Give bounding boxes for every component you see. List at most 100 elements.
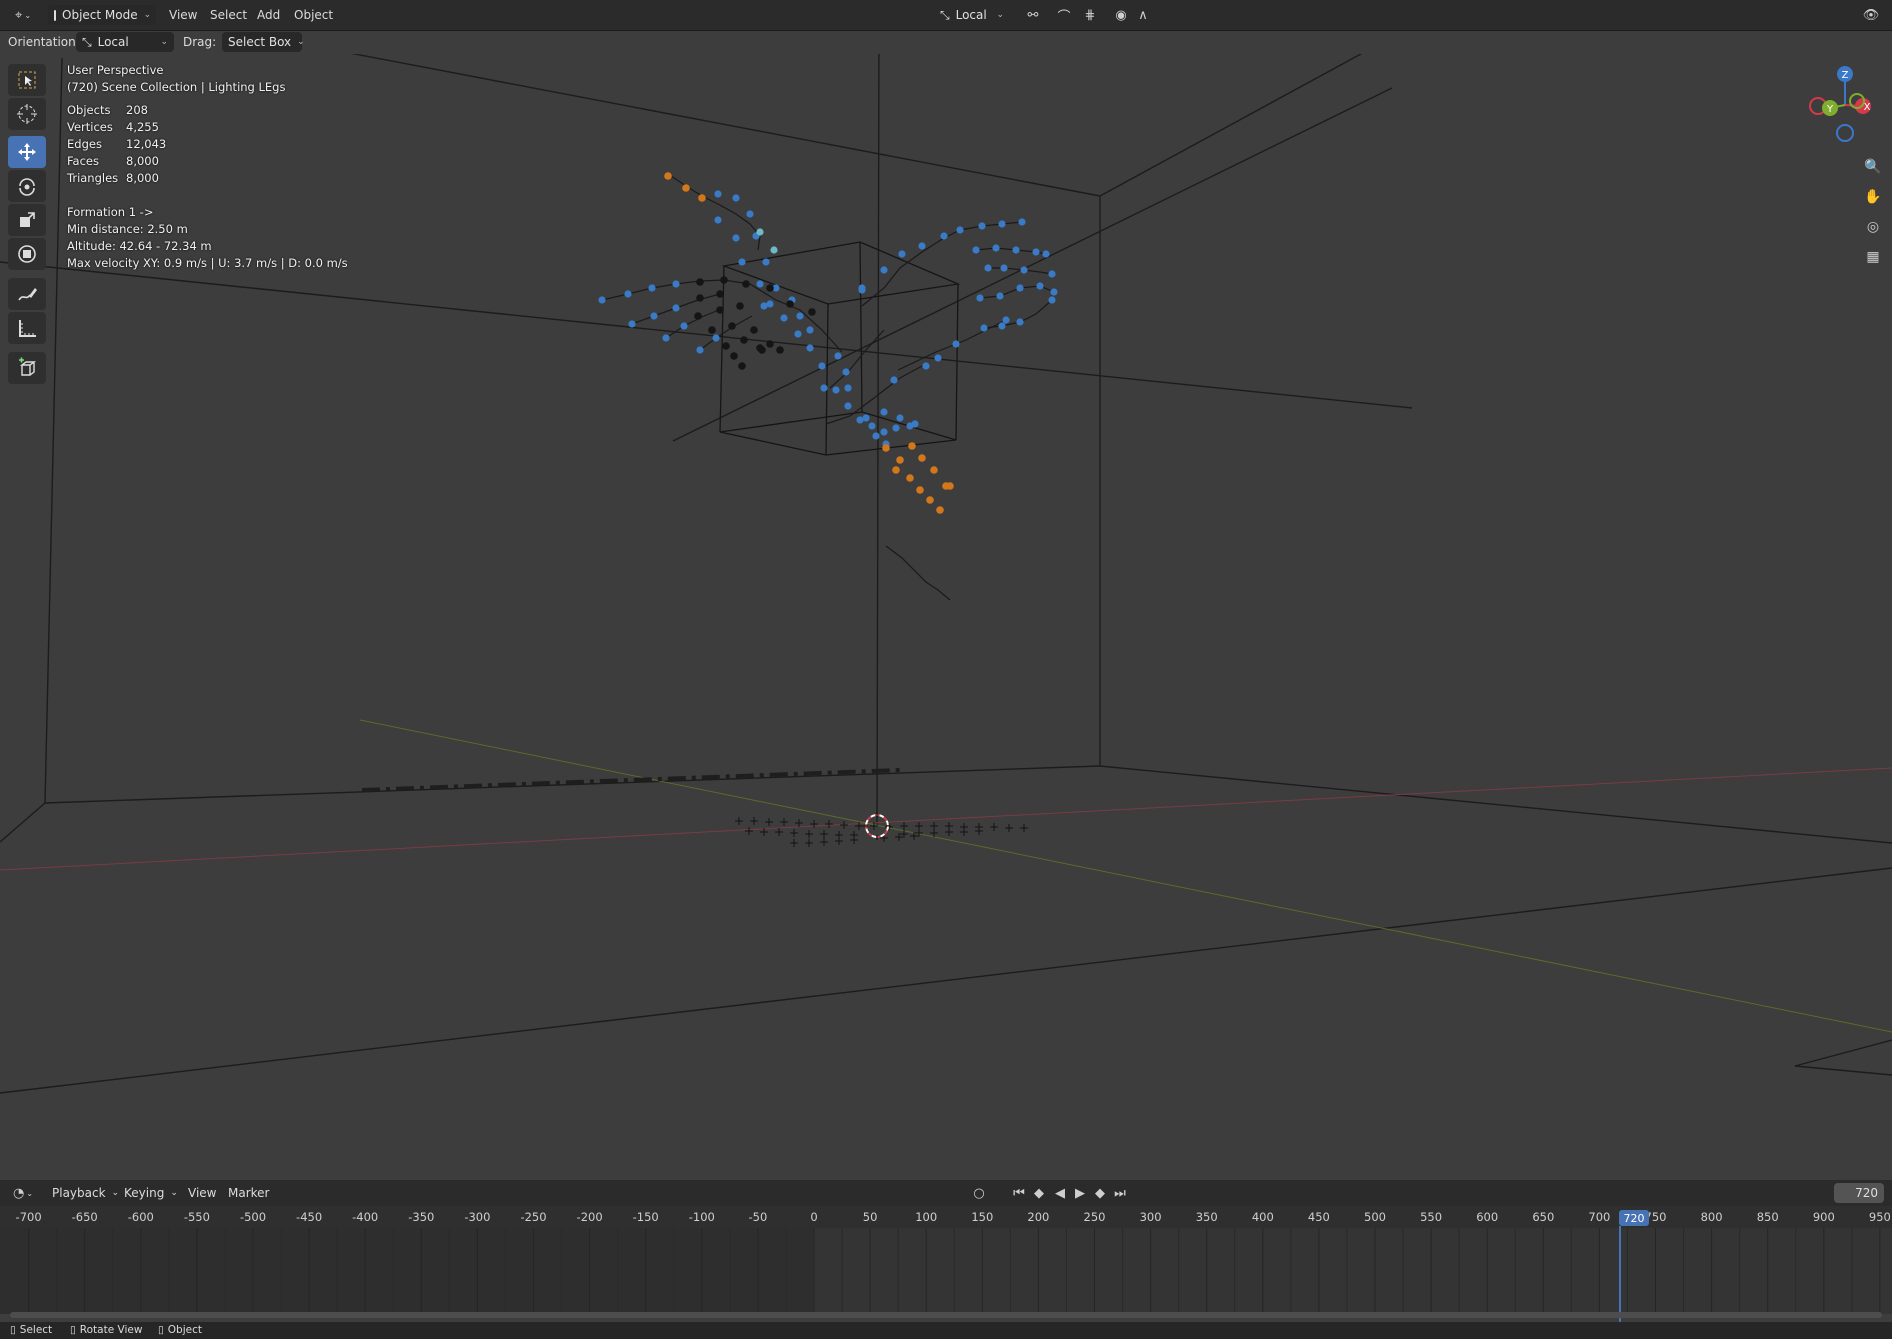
timeline-scrollbar[interactable] (10, 1312, 1882, 1318)
proportional-edit-toggle[interactable]: ◉ (1110, 5, 1132, 25)
ortho-toggle-button[interactable]: ▦ (1860, 244, 1886, 270)
object-mode-icon (54, 9, 56, 21)
snap-target-dropdown[interactable]: ⋕ (1075, 5, 1105, 25)
collection-name: (720) Scene Collection | Lighting LEgs (67, 80, 286, 94)
jump-start-icon: ⏮ (1013, 1185, 1025, 1201)
drone-cluster-orange (664, 172, 954, 514)
current-frame-field[interactable]: 720 (1834, 1183, 1884, 1203)
drone-cyan (756, 228, 764, 236)
orientation-label: Orientation: (8, 35, 80, 49)
jump-end-icon: ⏭ (1114, 1185, 1126, 1201)
status-select: ▯ Select (10, 1324, 52, 1336)
editor-type-button[interactable]: ⌖ ⌄ (8, 5, 38, 25)
jump-end-button[interactable]: ⏭ (1109, 1183, 1131, 1203)
pan-button[interactable]: ✋ (1860, 184, 1886, 210)
playhead[interactable]: 720 (1619, 1210, 1649, 1226)
play-button[interactable]: ▶ (1069, 1183, 1091, 1203)
status-label: Select (19, 1324, 53, 1336)
gizmo-y-label: Y (1826, 104, 1834, 115)
navigation-gizmo[interactable]: Z X Y (1800, 60, 1890, 150)
timeline-tick: -200 (576, 1210, 603, 1224)
timeline-tick: 50 (862, 1210, 878, 1224)
home-position-markers (735, 817, 1028, 847)
chevron-down-icon: ⌄ (26, 1188, 34, 1198)
tool-move[interactable] (8, 136, 46, 168)
stat-row: Edges 12,043 (67, 136, 348, 153)
proportional-edit-icon: ◉ (1115, 7, 1127, 23)
rotate-icon (19, 178, 35, 196)
menu-object[interactable]: Object (294, 8, 333, 22)
tool-scale[interactable] (8, 204, 46, 236)
orientation-dropdown[interactable]: ⤡ Local ⌄ (76, 32, 174, 52)
ground-shadow-streak (361, 768, 901, 792)
transform-orientation-dropdown[interactable]: ⤡ Local ⌄ (934, 5, 1010, 25)
select-box-icon (18, 71, 36, 89)
menu-select[interactable]: Select (210, 8, 247, 22)
drone-cluster-dark (694, 276, 816, 370)
stat-label: Objects (67, 103, 111, 117)
chevron-down-icon: ⌄ (143, 10, 152, 20)
pivot-point-button[interactable]: ⚯ (1018, 5, 1048, 25)
move-icon (18, 143, 36, 161)
status-object: ▯ Object (158, 1324, 202, 1336)
menu-keying[interactable]: Keying ⌄ (124, 1186, 178, 1200)
transform-icon (18, 245, 36, 263)
mouse-middle-icon: ▯ (70, 1324, 76, 1336)
timeline-tick: -600 (127, 1210, 154, 1224)
editor-type-button[interactable]: ◔ ⌄ (8, 1183, 38, 1203)
timeline-tick: 600 (1476, 1210, 1499, 1224)
timeline-tick: 950 (1868, 1210, 1891, 1224)
visibility-dropdown[interactable]: 👁 (1860, 5, 1882, 25)
timeline-tick: 0 (810, 1210, 818, 1224)
falloff-dropdown[interactable]: ∧ (1132, 5, 1154, 25)
camera-view-button[interactable]: ◎ (1860, 214, 1886, 240)
3d-viewport[interactable]: User Perspective (720) Scene Collection … (0, 54, 1892, 1176)
cursor-icon (17, 104, 37, 124)
tool-annotate[interactable] (8, 278, 46, 310)
stat-value: 8,000 (126, 171, 159, 185)
tool-measure[interactable] (8, 312, 46, 344)
zoom-button[interactable]: 🔍 (1860, 154, 1886, 180)
menu-view[interactable]: View (169, 8, 197, 22)
chevron-down-icon: ⌄ (297, 37, 305, 47)
camera-icon: ◎ (1866, 219, 1880, 235)
timeline-tick: -400 (352, 1210, 379, 1224)
stat-label: Edges (67, 137, 102, 151)
timeline-tick: 300 (1139, 1210, 1162, 1224)
timeline-tick: 400 (1251, 1210, 1274, 1224)
chevron-down-icon: ⌄ (24, 10, 32, 20)
playhead-frame: 720 (1623, 1211, 1645, 1225)
tool-add-cube[interactable] (8, 352, 46, 384)
mode-dropdown[interactable]: Object Mode ⌄ (48, 5, 156, 25)
timeline-area[interactable] (0, 1228, 1892, 1314)
tool-rotate[interactable] (8, 170, 46, 202)
gizmo-neg-z-axis[interactable] (1836, 124, 1854, 142)
jump-start-button[interactable]: ⏮ (1008, 1183, 1030, 1203)
prev-keyframe-button[interactable]: ◆ (1028, 1183, 1050, 1203)
timeline-tick: -150 (632, 1210, 659, 1224)
auto-keying-toggle[interactable]: ○ (964, 1183, 994, 1203)
tool-settings-bar: Orientation: ⤡ Local ⌄ Drag: Select Box … (0, 30, 1892, 54)
stat-value: 208 (126, 103, 148, 117)
tool-select-box[interactable] (8, 64, 46, 96)
hand-icon: ✋ (1864, 189, 1882, 205)
snap-toggle[interactable]: ⌒ (1053, 5, 1075, 25)
menu-marker[interactable]: Marker (228, 1186, 269, 1200)
timeline-tick: 700 (1588, 1210, 1611, 1224)
drag-value: Select Box (228, 35, 292, 49)
gizmo-x-label: X (1864, 102, 1871, 113)
next-keyframe-button[interactable]: ◆ (1089, 1183, 1111, 1203)
timeline-ruler[interactable]: -700 -650 -600 -550 -500 -450 -400 -350 -300 -250… (0, 1206, 1892, 1228)
menu-add[interactable]: Add (257, 8, 280, 22)
drag-label: Drag: (183, 35, 217, 49)
menu-playback[interactable]: Playback ⌄ (52, 1186, 119, 1200)
timeline-tick: -350 (408, 1210, 435, 1224)
timeline-tick: 800 (1700, 1210, 1723, 1224)
play-reverse-button[interactable]: ◀ (1049, 1183, 1071, 1203)
tool-transform[interactable] (8, 238, 46, 270)
tool-cursor[interactable] (8, 98, 46, 130)
menu-view[interactable]: View (188, 1186, 216, 1200)
menu-label: Playback (52, 1186, 106, 1200)
drag-dropdown[interactable]: Select Box ⌄ (222, 32, 305, 52)
falloff-curve-icon: ∧ (1138, 7, 1148, 23)
